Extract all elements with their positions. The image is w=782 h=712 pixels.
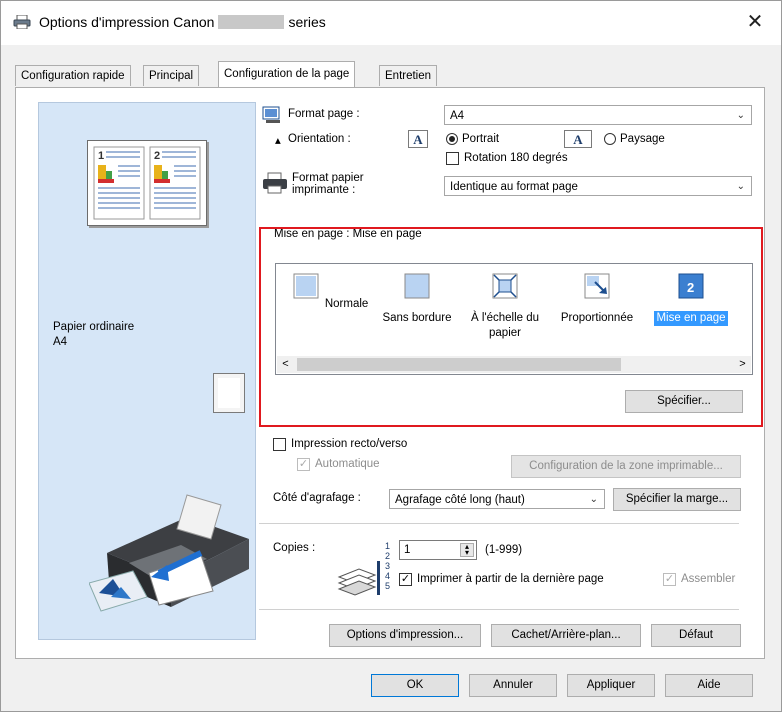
normal-layout-icon <box>293 273 319 299</box>
layout-borderless-label: Sans bordure <box>382 312 452 324</box>
separator <box>259 523 739 524</box>
printer-paper-label-line2: imprimante : <box>292 184 356 196</box>
page-size-icon <box>262 106 280 123</box>
defaults-button[interactable]: Défaut <box>651 624 741 647</box>
orientation-label: Orientation : <box>288 133 351 145</box>
copies-input[interactable]: 1 ▴ ▾ <box>399 540 477 560</box>
layout-fit-label2: papier <box>489 327 521 339</box>
chevron-down-icon: ⌄ <box>736 181 745 192</box>
page-size-label: Format page : <box>288 108 360 120</box>
printer-paper-label: Format papier imprimante : <box>292 172 364 196</box>
copies-range: (1-999) <box>485 544 523 556</box>
tab-page-setup[interactable]: Configuration de la page <box>218 61 356 87</box>
printer-paper-value: Identique au format page <box>450 181 578 193</box>
svg-text:2: 2 <box>687 280 694 295</box>
collate-checkbox[interactable]: ✓ <box>663 573 676 586</box>
stapling-value: Agrafage côté long (haut) <box>395 494 525 506</box>
tab-main[interactable]: Principal <box>143 65 200 86</box>
title-bar: Options d'impression Canon series ✕ <box>1 1 781 45</box>
apply-button[interactable]: Appliquer <box>567 674 655 697</box>
tab-maintenance[interactable]: Entretien <box>379 65 438 86</box>
printer-paper-icon <box>263 172 287 194</box>
layout-page-layout[interactable]: 2 Mise en page <box>646 272 736 326</box>
landscape-radio[interactable] <box>604 133 616 145</box>
copies-value: 1 <box>404 544 411 556</box>
automatic-checkbox[interactable]: ✓ <box>297 458 310 471</box>
redacted-model <box>218 15 285 29</box>
specify-button[interactable]: Spécifier... <box>625 390 743 413</box>
rotate180-label[interactable]: Rotation 180 degrés <box>464 152 568 164</box>
layout-normal[interactable]: Normale <box>286 272 376 312</box>
chevron-down-icon: ⌄ <box>736 110 745 121</box>
paper-size-label: A4 <box>53 336 68 348</box>
layout-normal-label: Normale <box>324 298 369 310</box>
last-page-label[interactable]: Imprimer à partir de la dernière page <box>417 573 604 585</box>
automatic-label[interactable]: Automatique <box>315 458 380 470</box>
margin-button[interactable]: Spécifier la marge... <box>613 488 741 511</box>
stamp-background-button[interactable]: Cachet/Arrière-plan... <box>491 624 641 647</box>
preview-sheet: 1 2 <box>87 140 207 226</box>
scaled-layout-icon <box>584 273 610 299</box>
svg-text:1: 1 <box>98 150 104 162</box>
paper-type-label: Papier ordinaire <box>53 321 135 333</box>
svg-text:2: 2 <box>154 150 160 162</box>
borderless-layout-icon <box>404 273 430 299</box>
page-size-select[interactable]: A4 ⌄ <box>444 105 752 125</box>
copies-stepper[interactable]: ▴ ▾ <box>460 543 474 557</box>
layout-list[interactable]: Normale Sans bordure À l'échelle du papi… <box>275 263 753 375</box>
rotate180-checkbox[interactable] <box>446 152 459 165</box>
page-size-value: A4 <box>450 110 465 122</box>
portrait-label[interactable]: Portrait <box>462 133 499 145</box>
copies-order-icon: 12345 <box>385 541 391 591</box>
print-area-button[interactable]: Configuration de la zone imprimable... <box>511 455 741 478</box>
stapling-label: Côté d'agrafage : <box>273 492 361 504</box>
ok-button[interactable]: OK <box>371 674 459 697</box>
separator <box>259 609 739 610</box>
paper-info: Papier ordinaire A4 <box>53 320 134 350</box>
landscape-icon: A <box>564 130 592 148</box>
preview-pane: 1 2 Papier ordinaire A4 <box>38 102 256 640</box>
two-page-layout-icon: 1 2 <box>93 146 201 220</box>
copies-label: Copies : <box>273 542 316 554</box>
layout-scaled-label: Proportionnée <box>560 312 634 324</box>
cancel-button[interactable]: Annuler <box>469 674 557 697</box>
scroll-left-icon[interactable]: < <box>277 356 294 373</box>
orientation-bullet: ▴ <box>275 135 281 147</box>
duplex-label[interactable]: Impression recto/verso <box>291 438 407 450</box>
duplex-checkbox[interactable] <box>273 438 286 451</box>
portrait-icon: A <box>408 130 428 148</box>
landscape-label[interactable]: Paysage <box>620 133 665 145</box>
stapling-select[interactable]: Agrafage côté long (haut) ⌄ <box>389 489 605 509</box>
printer-illustration-icon <box>89 494 249 612</box>
layout-scrollbar[interactable]: < > <box>277 356 751 373</box>
chevron-down-icon: ⌄ <box>589 494 598 505</box>
title-prefix: Options d'impression Canon <box>39 14 215 30</box>
layout-scaled[interactable]: Proportionnée <box>552 272 642 326</box>
last-page-checkbox[interactable]: ✓ <box>399 573 412 586</box>
print-options-button[interactable]: Options d'impression... <box>329 624 481 647</box>
layout-page-layout-label: Mise en page <box>654 311 728 326</box>
portrait-radio[interactable] <box>446 133 458 145</box>
tab-quick-setup[interactable]: Configuration rapide <box>15 65 131 86</box>
close-button[interactable]: ✕ <box>741 9 769 35</box>
fit-to-paper-icon <box>492 273 518 299</box>
layout-fit-to-paper[interactable]: À l'échelle du papier <box>460 272 550 341</box>
scroll-right-icon[interactable]: > <box>734 356 751 373</box>
paper-orientation-icon <box>213 373 245 413</box>
page-layout-icon: 2 <box>678 273 704 299</box>
print-options-dialog: Options d'impression Canon series ✕ Confi… <box>0 0 782 712</box>
copies-stack-icon <box>337 561 380 596</box>
printer-paper-select[interactable]: Identique au format page ⌄ <box>444 176 752 196</box>
title-suffix: series <box>288 14 326 30</box>
layout-fit-label: À l'échelle du <box>470 312 540 324</box>
printer-paper-label-line1: Format papier <box>292 172 364 184</box>
layout-borderless[interactable]: Sans bordure <box>372 272 462 326</box>
help-button[interactable]: Aide <box>665 674 753 697</box>
collate-label[interactable]: Assembler <box>681 573 735 585</box>
window-title: Options d'impression Canon series <box>39 14 326 30</box>
scrollbar-thumb[interactable] <box>297 358 621 371</box>
printer-icon <box>13 15 31 29</box>
